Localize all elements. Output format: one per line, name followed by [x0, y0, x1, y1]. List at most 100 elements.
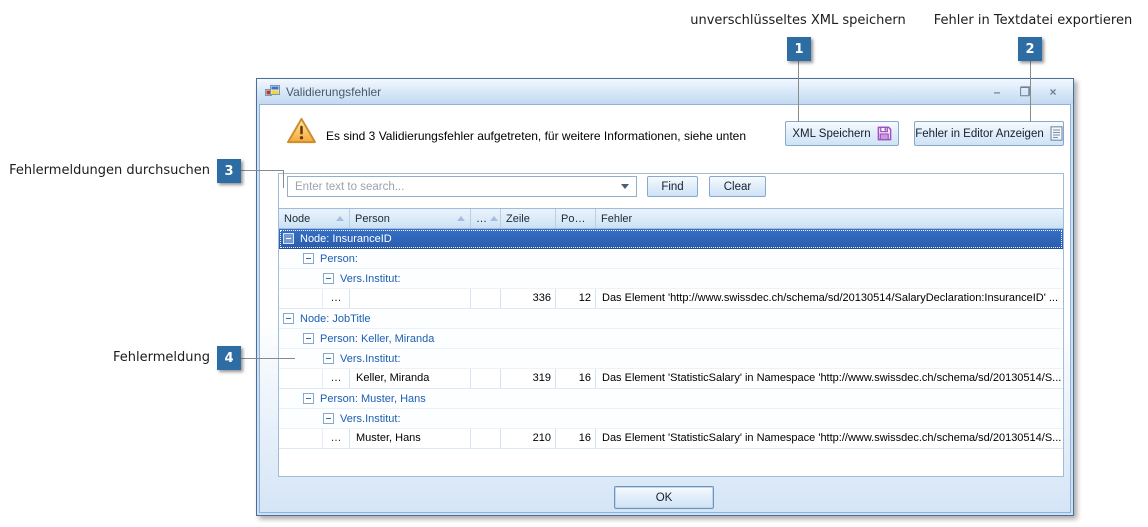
group-label: Node: JobTitle: [300, 313, 371, 325]
column-header-person[interactable]: Person: [350, 209, 471, 228]
titlebar[interactable]: Validierungsfehler – ❐ ×: [257, 79, 1073, 104]
error-data-row[interactable]: …Muster, Hans 21016Das Element 'Statistic…: [279, 429, 1063, 449]
save-floppy-icon: [877, 126, 892, 141]
validation-summary-text: Es sind 3 Validierungsfehler aufgetreten…: [326, 129, 746, 143]
group-label: Vers.Institut:: [340, 273, 401, 285]
cell-indent: [279, 289, 323, 308]
column-label: Zeile: [506, 213, 550, 225]
group-label: Vers.Institut:: [340, 353, 401, 365]
errors-grid: Node Person … Zeile Po… Fehler Node: Insuranc…: [279, 208, 1063, 476]
find-button[interactable]: Find: [647, 176, 698, 197]
dialog-client-area: Es sind 3 Validierungsfehler aufgetreten…: [259, 104, 1071, 513]
collapse-minus-icon[interactable]: [283, 233, 294, 244]
group-label: Person: Keller, Miranda: [320, 333, 434, 345]
group-label: Vers.Institut:: [340, 413, 401, 425]
collapse-minus-icon[interactable]: [323, 353, 334, 364]
cell-indent: [279, 369, 323, 388]
group-row[interactable]: Vers.Institut:: [279, 349, 1063, 369]
warning-icon: [286, 117, 317, 145]
ok-label: OK: [656, 492, 673, 504]
grid-header: Node Person … Zeile Po… Fehler: [279, 209, 1063, 229]
error-data-row[interactable]: …Keller, Miranda 31916Das Element 'Statis…: [279, 369, 1063, 389]
callout3-connector-line: [241, 170, 283, 171]
maximize-button[interactable]: ❐: [1013, 85, 1037, 99]
cell-po: 16: [556, 429, 596, 448]
cell-person: [350, 289, 471, 308]
group-label: Person: Muster, Hans: [320, 393, 426, 405]
group-row[interactable]: Vers.Institut:: [279, 269, 1063, 289]
column-header-node[interactable]: Node: [279, 209, 350, 228]
group-row[interactable]: Person:: [279, 249, 1063, 269]
clear-button[interactable]: Clear: [709, 176, 766, 197]
grid-body: Node: InsuranceID Person: Vers.Institut: … 3…: [279, 229, 1063, 449]
cell-zeile: 210: [501, 429, 556, 448]
group-row[interactable]: Person: Keller, Miranda: [279, 329, 1063, 349]
column-header-dots[interactable]: …: [471, 209, 501, 228]
minimize-button[interactable]: –: [985, 85, 1009, 99]
group-row[interactable]: Node: JobTitle: [279, 309, 1063, 329]
cell-indent: [279, 429, 323, 448]
sort-ascending-icon: [490, 216, 498, 221]
cell-fehler: Das Element 'StatisticSalary' in Namespa…: [596, 369, 1063, 388]
error-data-row[interactable]: … 33612Das Element 'http://www.swissdec.c…: [279, 289, 1063, 309]
collapse-minus-icon[interactable]: [323, 273, 334, 284]
save-xml-label: XML Speichern: [792, 128, 870, 140]
save-xml-button[interactable]: XML Speichern: [785, 121, 899, 146]
cell-dots: [471, 289, 501, 308]
group-row[interactable]: Person: Muster, Hans: [279, 389, 1063, 409]
cell-nodeval: …: [323, 289, 350, 308]
group-label: Person:: [320, 253, 358, 265]
collapse-minus-icon[interactable]: [323, 413, 334, 424]
clear-label: Clear: [724, 181, 751, 193]
callout4-number-badge: 4: [217, 346, 241, 370]
ok-button[interactable]: OK: [614, 486, 714, 509]
callout2-connector-line: [1030, 61, 1031, 122]
column-header-po[interactable]: Po…: [556, 209, 596, 228]
column-header-zeile[interactable]: Zeile: [501, 209, 556, 228]
group-row[interactable]: Vers.Institut:: [279, 409, 1063, 429]
search-placeholder: Enter text to search...: [295, 181, 621, 193]
callout1-number-badge: 1: [787, 37, 811, 61]
collapse-minus-icon[interactable]: [303, 333, 314, 344]
cell-po: 12: [556, 289, 596, 308]
combo-dropdown-icon[interactable]: [621, 184, 629, 189]
cell-zeile: 336: [501, 289, 556, 308]
callout3-connector-line-down: [283, 170, 284, 188]
cell-dots: [471, 369, 501, 388]
collapse-minus-icon[interactable]: [303, 393, 314, 404]
find-label: Find: [661, 181, 683, 193]
sort-ascending-icon: [457, 216, 465, 221]
validation-errors-dialog: Validierungsfehler – ❐ × Es sind 3 Valid…: [256, 78, 1074, 516]
show-editor-label: Fehler in Editor Anzeigen: [915, 128, 1044, 140]
cell-fehler: Das Element 'StatisticSalary' in Namespa…: [596, 429, 1063, 448]
cell-nodeval: …: [323, 429, 350, 448]
sort-ascending-icon: [336, 216, 344, 221]
column-label: Fehler: [601, 213, 1058, 225]
errors-panel: Enter text to search... Find Clear Node P…: [278, 173, 1064, 477]
callout3-label: Fehlermeldungen durchsuchen: [8, 163, 210, 178]
callout2-label: Fehler in Textdatei exportieren: [918, 13, 1148, 28]
callout4-label: Fehlermeldung: [8, 350, 210, 365]
group-label: Node: InsuranceID: [300, 233, 392, 245]
text-document-icon: [1050, 126, 1063, 141]
cell-fehler: Das Element 'http://www.swissdec.ch/sche…: [596, 289, 1063, 308]
collapse-minus-icon[interactable]: [283, 313, 294, 324]
column-header-fehler[interactable]: Fehler: [596, 209, 1063, 228]
group-row-selected[interactable]: Node: InsuranceID: [279, 229, 1063, 249]
show-errors-in-editor-button[interactable]: Fehler in Editor Anzeigen: [914, 121, 1064, 146]
column-label: Person: [355, 213, 454, 225]
callout3-number-badge: 3: [217, 159, 241, 183]
column-label: Node: [284, 213, 333, 225]
cell-po: 16: [556, 369, 596, 388]
collapse-minus-icon[interactable]: [303, 253, 314, 264]
search-input[interactable]: Enter text to search...: [287, 176, 637, 197]
cell-zeile: 319: [501, 369, 556, 388]
cell-nodeval: …: [323, 369, 350, 388]
close-button[interactable]: ×: [1041, 85, 1065, 99]
cell-person: Muster, Hans: [350, 429, 471, 448]
callout2-number-badge: 2: [1018, 37, 1042, 61]
dialog-title: Validierungsfehler: [286, 85, 985, 99]
cell-dots: [471, 429, 501, 448]
cell-person: Keller, Miranda: [350, 369, 471, 388]
column-label: Po…: [561, 213, 590, 225]
